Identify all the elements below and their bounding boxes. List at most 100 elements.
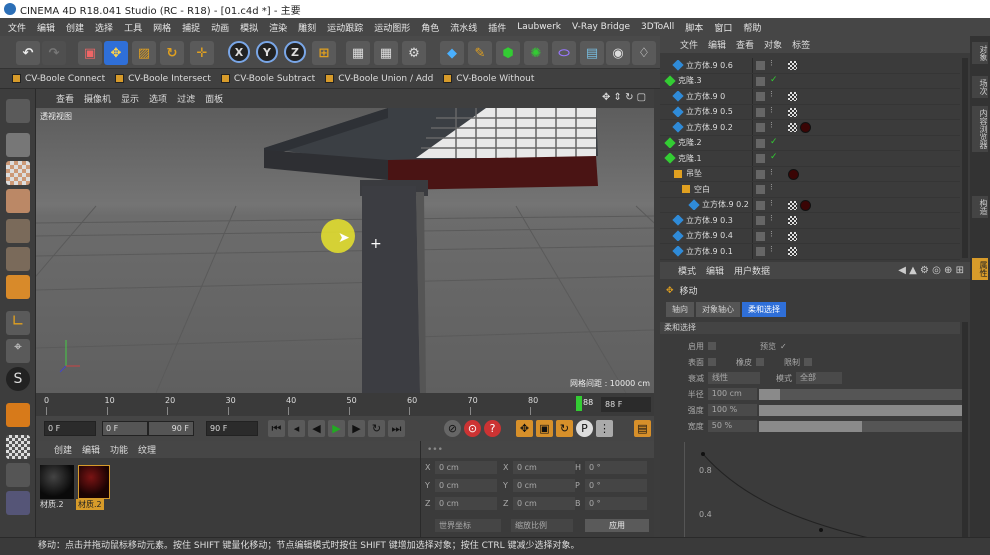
- locked-workplane-icon[interactable]: [6, 463, 30, 487]
- surface-checkbox[interactable]: [708, 358, 716, 366]
- axis-mode-icon[interactable]: ∟: [6, 311, 30, 335]
- menu-item-0[interactable]: 文件: [8, 21, 26, 34]
- menu-item-8[interactable]: 模拟: [240, 21, 258, 34]
- edges-mode-icon[interactable]: [6, 247, 30, 271]
- workplane-icon[interactable]: [6, 189, 30, 213]
- object-row[interactable]: 克隆.1 ✓: [660, 151, 960, 167]
- menu-item-16[interactable]: Laubwerk: [517, 22, 561, 32]
- object-visibility-toggle[interactable]: [756, 138, 765, 148]
- viewport[interactable]: ➤ + 透视视图 网格间距 : 10000 cm: [36, 108, 654, 393]
- floor-icon[interactable]: ▤: [580, 41, 604, 65]
- scale-dropdown[interactable]: 缩放比例: [511, 519, 573, 532]
- menu-item-5[interactable]: 网格: [153, 21, 171, 34]
- render-picture-viewer-icon[interactable]: ▦: [374, 41, 398, 65]
- coord-field-H[interactable]: 0 °: [585, 461, 647, 474]
- side-tab-1[interactable]: 场次: [972, 76, 988, 98]
- coord-field-B[interactable]: 0 °: [585, 497, 647, 510]
- coord-field-X[interactable]: 0 cm: [513, 461, 575, 474]
- phong-tag-icon[interactable]: [788, 231, 797, 241]
- object-row[interactable]: 立方体.9 0.4 ⁝: [660, 228, 960, 244]
- menu-item-1[interactable]: 编辑: [37, 21, 55, 34]
- tab-object-axis[interactable]: 对象轴心: [696, 302, 740, 317]
- attribute-scrollbar[interactable]: [962, 322, 968, 552]
- attribute-menu-item-0[interactable]: 模式: [678, 264, 696, 277]
- start-frame-field[interactable]: 0 F: [44, 421, 96, 436]
- previous-frame-icon[interactable]: ◀: [308, 420, 325, 437]
- enabled-checkmark-icon[interactable]: ✓: [770, 75, 778, 85]
- key-position-icon[interactable]: ✥: [516, 420, 533, 437]
- menu-item-9[interactable]: 渲染: [269, 21, 287, 34]
- object-menu-item-3[interactable]: 对象: [764, 38, 782, 51]
- object-row[interactable]: 立方体.9 0.5 ⁝: [660, 104, 960, 120]
- object-visibility-toggle[interactable]: [756, 92, 765, 101]
- rotate-tool-icon[interactable]: ↻: [160, 41, 184, 65]
- object-scrollbar[interactable]: [962, 58, 968, 258]
- radius-field[interactable]: 100 cm: [707, 388, 758, 400]
- enabled-checkmark-icon[interactable]: ⁝: [770, 245, 773, 255]
- object-visibility-toggle[interactable]: [756, 76, 765, 86]
- material-swatch-2[interactable]: [78, 465, 110, 499]
- coord-field-X[interactable]: 0 cm: [435, 461, 497, 474]
- phong-tag-icon[interactable]: [788, 61, 797, 70]
- menu-item-4[interactable]: 工具: [124, 21, 142, 34]
- viewport-menu-item-1[interactable]: 摄像机: [84, 92, 111, 105]
- phong-tag-icon[interactable]: [788, 123, 797, 132]
- attribute-nav-icons[interactable]: ◀ ▲ ⚙ ◎ ⊕ ⊞: [898, 265, 964, 276]
- attribute-menu-item-1[interactable]: 编辑: [706, 264, 724, 277]
- light-icon[interactable]: ♢: [632, 41, 656, 65]
- enabled-checkmark-icon[interactable]: ⁝: [770, 230, 773, 240]
- x-axis-icon[interactable]: X: [228, 41, 250, 63]
- timeline[interactable]: 0 10 20 30 40 50 60 70 80 88 88 F: [36, 393, 654, 416]
- play-icon[interactable]: ▶: [328, 420, 345, 437]
- viewport-menu-item-5[interactable]: 面板: [205, 92, 223, 105]
- viewport-navigation-icon[interactable]: ✥ ⇕ ↻ ▢: [602, 92, 646, 103]
- menu-item-12[interactable]: 运动图形: [374, 21, 410, 34]
- object-visibility-toggle[interactable]: [756, 231, 765, 241]
- object-visibility-toggle[interactable]: [756, 185, 765, 194]
- menu-item-14[interactable]: 流水线: [450, 21, 477, 34]
- object-visibility-toggle[interactable]: [756, 154, 765, 163]
- object-menu-item-1[interactable]: 编辑: [708, 38, 726, 51]
- menu-item-3[interactable]: 选择: [95, 21, 113, 34]
- material-menu-item-0[interactable]: 创建: [54, 443, 72, 456]
- menu-item-18[interactable]: 3DToAll: [641, 22, 674, 32]
- tab-soft-selection[interactable]: 柔和选择: [742, 302, 786, 317]
- object-menu-item-4[interactable]: 标签: [792, 38, 810, 51]
- object-visibility-toggle[interactable]: [756, 247, 765, 256]
- material-tag-icon[interactable]: [800, 199, 811, 211]
- enabled-checkmark-icon[interactable]: ⁝: [770, 121, 773, 131]
- object-row[interactable]: 立方体.9 0.1 ⁝: [660, 244, 960, 260]
- object-visibility-toggle[interactable]: [756, 200, 765, 210]
- cube-icon[interactable]: ◆: [440, 41, 464, 65]
- range-end-field[interactable]: 90 F: [148, 421, 194, 436]
- key-rotation-icon[interactable]: ↻: [556, 420, 573, 437]
- coord-field-Z[interactable]: 0 cm: [435, 497, 497, 510]
- material-swatch-1[interactable]: [40, 465, 74, 499]
- menu-item-11[interactable]: 运动跟踪: [327, 21, 363, 34]
- plugin-button-0[interactable]: CV-Boole Connect: [12, 74, 105, 84]
- enabled-checkmark-icon[interactable]: ✓: [770, 137, 778, 147]
- coord-field-Y[interactable]: 0 cm: [513, 479, 575, 492]
- object-visibility-toggle[interactable]: [756, 216, 765, 225]
- object-row[interactable]: 克隆.3 ✓: [660, 73, 960, 89]
- previous-key-icon[interactable]: ◂: [288, 420, 305, 437]
- phong-tag-icon[interactable]: [788, 107, 797, 117]
- deformer-icon[interactable]: ⬭: [552, 41, 576, 65]
- material-name-2[interactable]: 材质.2: [76, 499, 104, 510]
- keyframe-selection-icon[interactable]: ?: [484, 420, 501, 437]
- enabled-checkmark-icon[interactable]: ✓: [770, 152, 778, 162]
- redo-icon[interactable]: ↷: [42, 41, 66, 65]
- end-frame-field[interactable]: 90 F: [206, 421, 258, 436]
- menu-item-6[interactable]: 捕捉: [182, 21, 200, 34]
- playhead[interactable]: [576, 396, 582, 411]
- autokey-icon[interactable]: ⊙: [464, 420, 481, 437]
- key-pla-icon[interactable]: ⋮: [596, 420, 613, 437]
- enabled-checkmark-icon[interactable]: ⁝: [770, 214, 773, 224]
- mode-dropdown[interactable]: 全部: [796, 372, 842, 384]
- object-row[interactable]: 空白 ⁝: [660, 182, 960, 198]
- menu-item-2[interactable]: 创建: [66, 21, 84, 34]
- snap-icon[interactable]: S: [6, 367, 30, 391]
- enabled-checkmark-icon[interactable]: ⁝: [770, 90, 773, 100]
- material-menu-item-1[interactable]: 编辑: [82, 443, 100, 456]
- key-parameter-icon[interactable]: P: [576, 420, 593, 437]
